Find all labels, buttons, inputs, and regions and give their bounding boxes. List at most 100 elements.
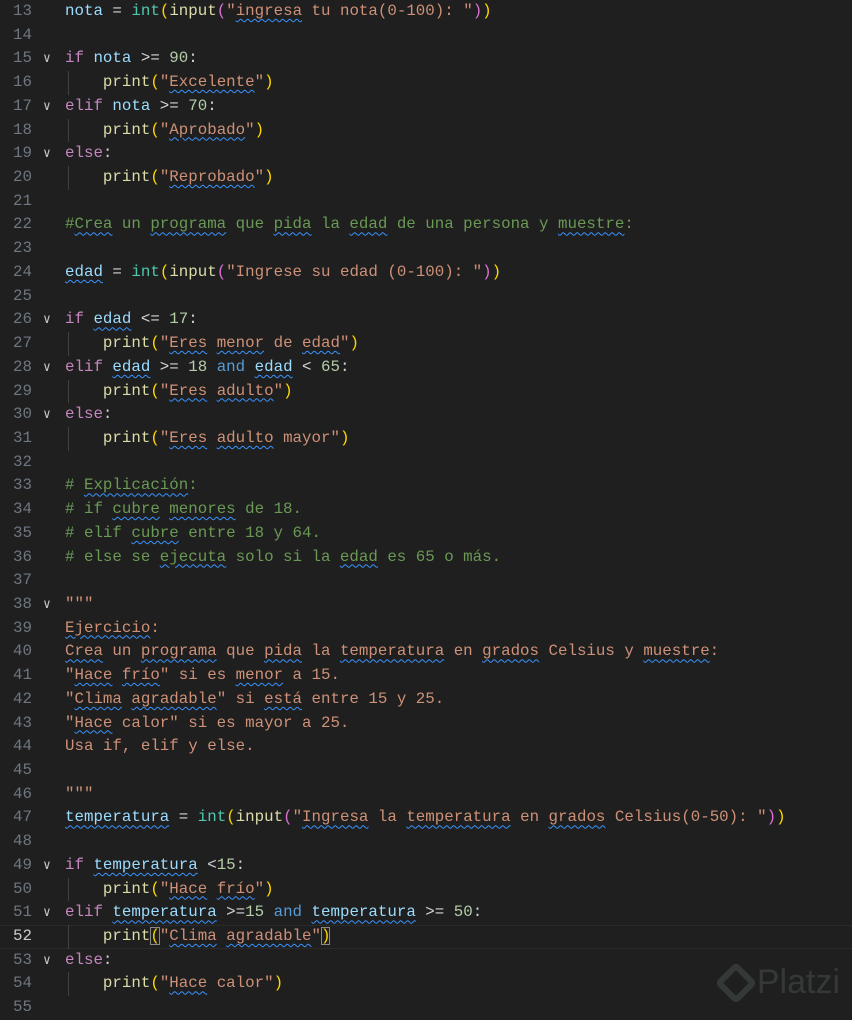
code-token: : xyxy=(235,855,246,874)
code-token: temperatura xyxy=(112,903,217,922)
code-token: ejecuta xyxy=(159,547,227,566)
code-line[interactable]: 47 temperatura = int(input("Ingresa la te… xyxy=(0,806,852,830)
line-number: 40 xyxy=(13,642,32,661)
code-line[interactable]: 44 Usa if, elif y else. xyxy=(0,735,852,759)
fold-chevron-icon[interactable]: ∨ xyxy=(43,95,57,119)
code-line[interactable]: 37 xyxy=(0,569,852,593)
code-line[interactable]: 25 xyxy=(0,285,852,309)
code-token: nota xyxy=(93,49,132,68)
line-number: 32 xyxy=(13,452,32,471)
line-number: 13 xyxy=(13,2,32,20)
code-token: """ xyxy=(65,784,94,803)
code-token: Hace xyxy=(169,879,208,898)
code-token: cubre xyxy=(131,523,179,542)
line-number: 51 xyxy=(13,903,32,922)
line-number: 49 xyxy=(13,855,32,874)
code-token: nota xyxy=(65,2,103,20)
code-line[interactable]: 32 xyxy=(0,451,852,475)
code-token: en xyxy=(444,642,483,661)
code-line[interactable]: 19 ∨ else: xyxy=(0,142,852,166)
code-token: elif xyxy=(65,357,103,376)
code-line[interactable]: 49 ∨ if temperatura <15: xyxy=(0,854,852,878)
code-token: ( xyxy=(283,808,293,827)
code-text: print("Eres adulto mayor") xyxy=(65,427,350,451)
fold-chevron-icon[interactable]: ∨ xyxy=(43,47,57,71)
code-token: if xyxy=(65,855,84,874)
code-token: "Ingrese su edad (0-100): " xyxy=(226,262,483,281)
code-token: Usa if, elif y else. xyxy=(65,737,255,756)
code-token: print xyxy=(102,168,151,187)
code-token: : xyxy=(150,618,160,637)
code-line[interactable]: 13 nota = int(input("ingresa tu nota(0-10… xyxy=(0,0,852,24)
code-line[interactable]: 35 # elif cubre entre 18 y 64. xyxy=(0,522,852,546)
code-line[interactable]: 23 xyxy=(0,237,852,261)
code-line[interactable]: 15 ∨ if nota >= 90: xyxy=(0,47,852,71)
code-line[interactable]: 33 # Explicación: xyxy=(0,474,852,498)
code-line[interactable]: 43 "Hace calor" si es mayor a 25. xyxy=(0,712,852,736)
line-number: 26 xyxy=(13,310,32,329)
code-token: " xyxy=(273,381,284,400)
fold-chevron-icon[interactable]: ∨ xyxy=(43,403,57,427)
code-line[interactable]: 34 # if cubre menores de 18. xyxy=(0,498,852,522)
code-line[interactable]: 50 print("Hace frío") xyxy=(0,877,852,902)
code-line[interactable]: 22 #Crea un programa que pida la edad de … xyxy=(0,213,852,237)
code-token: muestre xyxy=(643,642,710,661)
code-line[interactable]: 41 "Hace frío" si es menor a 15. xyxy=(0,664,852,688)
code-token: ) xyxy=(273,974,284,993)
line-number: 45 xyxy=(13,761,32,779)
code-line[interactable]: 18 print("Aprobado") xyxy=(0,118,852,143)
fold-chevron-icon[interactable]: ∨ xyxy=(43,356,57,380)
code-line[interactable]: 42 "Clima agradable" si está entre 15 y 2… xyxy=(0,688,852,712)
code-text: if nota >= 90: xyxy=(65,47,198,71)
code-token: ( xyxy=(159,2,170,20)
code-line[interactable]: 51 ∨ elif temperatura >=15 and temperatura… xyxy=(0,901,852,925)
fold-chevron-icon[interactable]: ∨ xyxy=(43,593,57,617)
code-line[interactable]: 24 edad = int(input("Ingrese su edad (0-1… xyxy=(0,261,852,285)
code-line[interactable]: 45 xyxy=(0,759,852,783)
code-token: # else se xyxy=(65,547,160,566)
code-line[interactable]: 31 print("Eres adulto mayor") xyxy=(0,426,852,451)
code-token: >= xyxy=(150,96,189,115)
code-line[interactable]: 26 ∨ if edad <= 17: xyxy=(0,308,852,332)
code-token: edad xyxy=(65,262,103,281)
code-token: la xyxy=(302,642,340,661)
code-line[interactable]: 39 Ejercicio: xyxy=(0,617,852,641)
code-line[interactable]: 46 """ xyxy=(0,783,852,807)
code-token: 15 xyxy=(245,903,265,922)
code-token: ( xyxy=(150,168,160,187)
code-line[interactable]: 27 print("Eres menor de edad") xyxy=(0,332,852,356)
code-text: #Crea un programa que pida la edad de un… xyxy=(65,213,634,237)
code-line[interactable]: 16 print("Excelente") xyxy=(0,71,852,95)
code-token: temperatura xyxy=(339,642,445,661)
code-line[interactable]: 36 # else se ejecuta solo si la edad es 6… xyxy=(0,546,852,570)
code-line[interactable]: 52 print("Clima agradable") xyxy=(0,925,852,949)
fold-chevron-icon[interactable]: ∨ xyxy=(43,949,57,973)
code-line[interactable]: 48 xyxy=(0,830,852,854)
code-line[interactable]: 17 ∨ elif nota >= 70: xyxy=(0,95,852,119)
code-token: un xyxy=(102,642,141,661)
code-line[interactable]: 28 ∨ elif edad >= 18 and edad < 65: xyxy=(0,356,852,380)
code-token: else xyxy=(65,405,103,424)
fold-chevron-icon[interactable]: ∨ xyxy=(43,142,57,166)
code-line[interactable]: 40 Crea un programa que pida la temperatu… xyxy=(0,640,852,664)
code-line[interactable]: 30 ∨ else: xyxy=(0,403,852,427)
code-token: que xyxy=(226,215,274,234)
code-line[interactable]: 20 print("Reprobado") xyxy=(0,166,852,190)
code-line[interactable]: 29 print("Eres adulto") xyxy=(0,379,852,404)
code-token: en xyxy=(510,808,549,827)
fold-chevron-icon[interactable]: ∨ xyxy=(43,901,57,925)
code-token: ) xyxy=(776,808,786,827)
code-line[interactable]: 21 xyxy=(0,190,852,214)
fold-chevron-icon[interactable]: ∨ xyxy=(43,854,57,878)
fold-chevron-icon[interactable]: ∨ xyxy=(43,308,57,332)
code-editor[interactable]: 13 nota = int(input("ingresa tu nota(0-10… xyxy=(0,0,852,1020)
code-token: ( xyxy=(150,73,160,92)
code-line[interactable]: 38 ∨ """ xyxy=(0,593,852,617)
code-line[interactable]: 14 xyxy=(0,24,852,48)
